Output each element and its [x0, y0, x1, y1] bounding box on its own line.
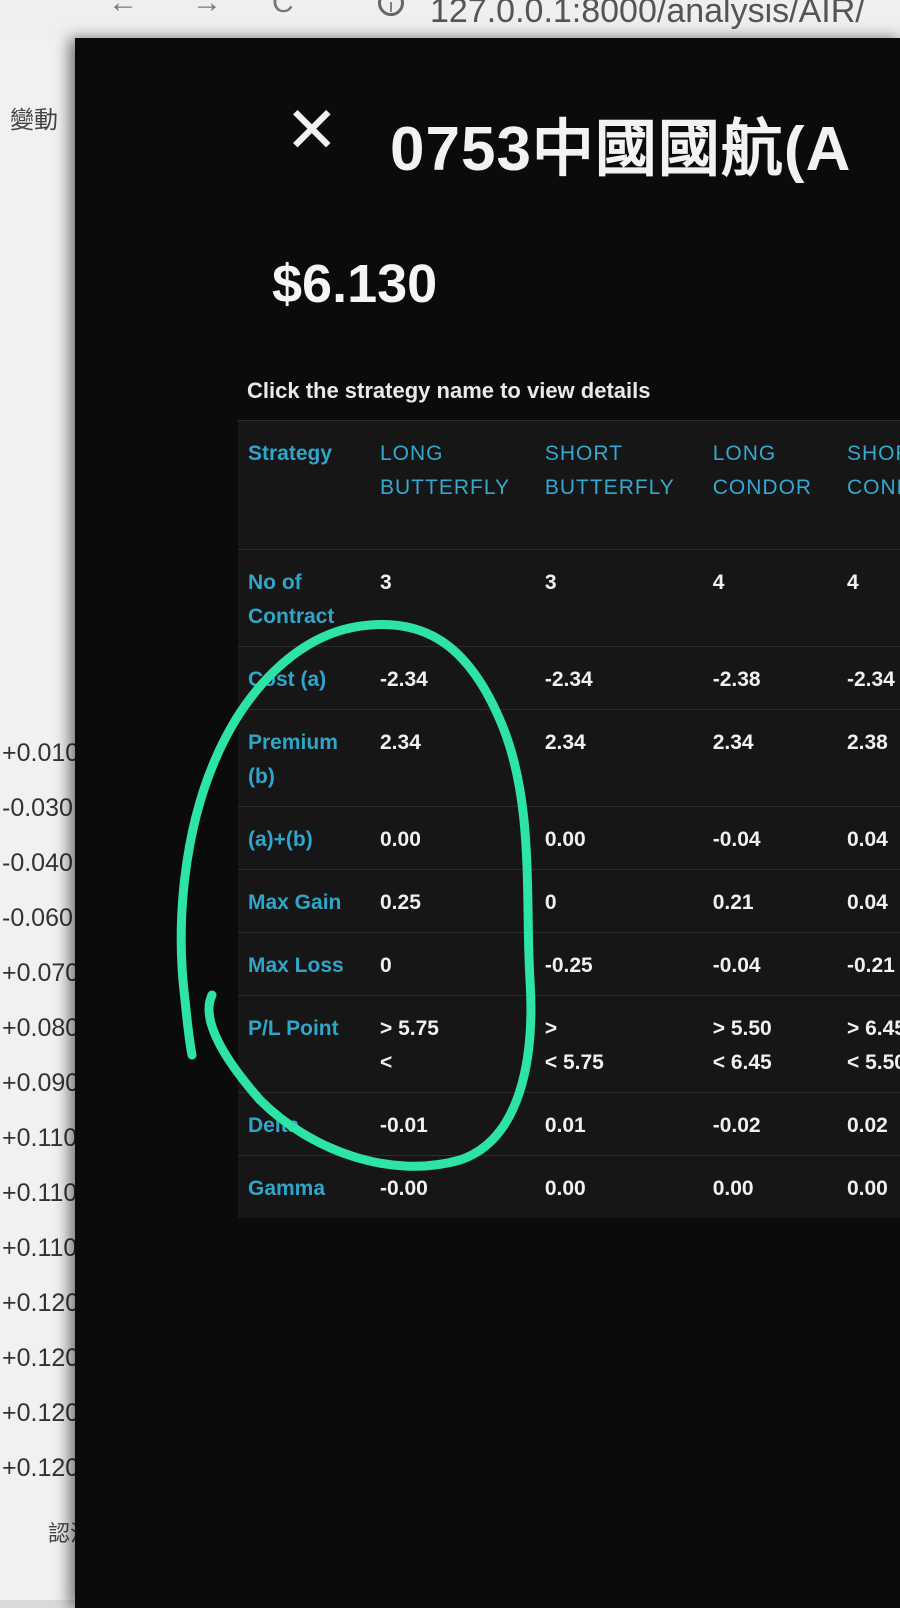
change-value: -0.030	[2, 794, 73, 822]
table-row: Max Loss 0 -0.25 -0.04 -0.21	[238, 932, 900, 996]
strategy-link-short-butterfly[interactable]: SHORT BUTTERFLY	[534, 420, 703, 550]
row-label: Gamma	[238, 1155, 370, 1218]
table-cell: 4	[702, 549, 837, 647]
forward-arrow-icon[interactable]: →	[192, 0, 222, 20]
table-cell: 0	[370, 932, 535, 996]
change-value: -0.060	[2, 904, 73, 932]
table-cell: 0.21	[702, 869, 837, 933]
table-cell: -2.34	[370, 646, 535, 710]
table-row: Cost (a) -2.34 -2.34 -2.38 -2.34	[238, 646, 900, 710]
back-arrow-icon[interactable]: ←	[108, 0, 138, 20]
table-row: No of Contract 3 3 4 4	[238, 549, 900, 647]
table-row: Delta -0.01 0.01 -0.02 0.02	[238, 1092, 900, 1156]
table-cell: 2.34	[370, 709, 535, 807]
close-icon[interactable]: ✕	[285, 98, 339, 162]
strategy-link-long-butterfly[interactable]: LONG BUTTERFLY	[370, 420, 535, 550]
table-row: Gamma -0.00 0.00 0.00 0.00	[238, 1155, 900, 1218]
change-value: +0.110	[2, 1124, 78, 1152]
table-cell: -0.02	[702, 1092, 837, 1156]
change-value: +0.120	[2, 1289, 80, 1317]
row-label: Delta	[238, 1092, 370, 1156]
table-cell: 0.00	[702, 1155, 837, 1218]
table-row: (a)+(b) 0.00 0.00 -0.04 0.04	[238, 806, 900, 870]
table-cell: 3	[534, 549, 703, 647]
table-cell: > 6.45 < 5.50	[836, 995, 900, 1093]
table-cell: 0.00	[370, 806, 535, 870]
change-value: +0.120	[2, 1344, 80, 1372]
table-cell: > 5.50 < 6.45	[702, 995, 837, 1093]
table-cell: > 5.75 <	[370, 995, 535, 1093]
table-cell: > < 5.75	[534, 995, 703, 1093]
table-hint: Click the strategy name to view details	[247, 378, 651, 403]
row-label: P/L Point	[238, 995, 370, 1093]
table-cell: 3	[370, 549, 535, 647]
change-value: +0.090	[2, 1069, 80, 1097]
row-label: No of Contract	[238, 549, 370, 647]
browser-address-bar: ← → C i 127.0.0.1:8000/analysis/AIR/	[0, 0, 900, 39]
site-info-icon[interactable]: i	[378, 0, 404, 16]
table-cell: 4	[836, 549, 900, 647]
reload-icon[interactable]: C	[272, 0, 294, 20]
change-values-list: +0.010 -0.030 -0.040 -0.060 +0.070 +0.080 +0.0…	[0, 740, 79, 1510]
change-value: +0.110	[2, 1179, 78, 1207]
table-header-row: Strategy LONG BUTTERFLY SHORT BUTTERFLY …	[238, 420, 900, 550]
table-cell: 0	[534, 869, 703, 933]
analysis-modal: ✕ 0753中國國航(A $6.130 Click the strategy n…	[75, 38, 900, 1608]
table-cell: 0.01	[534, 1092, 703, 1156]
table-cell: -0.04	[702, 806, 837, 870]
table-cell: 0.02	[836, 1092, 900, 1156]
row-label: Max Gain	[238, 869, 370, 933]
table-cell: -2.38	[702, 646, 837, 710]
change-value: +0.120	[2, 1454, 80, 1482]
table-row: P/L Point > 5.75 < > < 5.75 > 5.50 < 6.45 > …	[238, 995, 900, 1093]
table-cell: 2.34	[534, 709, 703, 807]
table-cell: -0.00	[370, 1155, 535, 1218]
table-cell: 0.00	[534, 1155, 703, 1218]
row-label: Max Loss	[238, 932, 370, 996]
table-cell: 2.38	[836, 709, 900, 807]
row-label: (a)+(b)	[238, 806, 370, 870]
strategy-header-label: Strategy	[238, 420, 370, 550]
table-cell: -0.01	[370, 1092, 535, 1156]
change-value: +0.120	[2, 1399, 80, 1427]
table-cell: 0.04	[836, 869, 900, 933]
table-cell: -0.21	[836, 932, 900, 996]
table-cell: 0.25	[370, 869, 535, 933]
table-cell: -0.25	[534, 932, 703, 996]
strategy-link-long-condor[interactable]: LONG CONDOR	[702, 420, 837, 550]
change-value: +0.110	[2, 1234, 78, 1262]
table-cell: 0.00	[836, 1155, 900, 1218]
row-label: Premium (b)	[238, 709, 370, 807]
change-value: -0.040	[2, 849, 73, 877]
table-row: Max Gain 0.25 0 0.21 0.04	[238, 869, 900, 933]
url-field[interactable]: 127.0.0.1:8000/analysis/AIR/	[430, 0, 865, 31]
table-cell: -0.04	[702, 932, 837, 996]
change-value: +0.070	[2, 959, 80, 987]
change-value: +0.080	[2, 1014, 80, 1042]
stock-price: $6.130	[272, 254, 438, 314]
table-cell: 2.34	[702, 709, 837, 807]
table-cell: -2.34	[534, 646, 703, 710]
change-value: +0.010	[2, 739, 80, 767]
strategy-link-short-condor[interactable]: SHOR COND	[836, 420, 900, 550]
table-cell: 0.04	[836, 806, 900, 870]
table-row: Premium (b) 2.34 2.34 2.34 2.38	[238, 709, 900, 807]
change-column-header: 變動	[10, 107, 58, 134]
stock-title: 0753中國國航(A	[390, 115, 852, 184]
table-cell: -2.34	[836, 646, 900, 710]
row-label: Cost (a)	[238, 646, 370, 710]
table-cell: 0.00	[534, 806, 703, 870]
strategy-table: Strategy LONG BUTTERFLY SHORT BUTTERFLY …	[238, 420, 900, 1218]
